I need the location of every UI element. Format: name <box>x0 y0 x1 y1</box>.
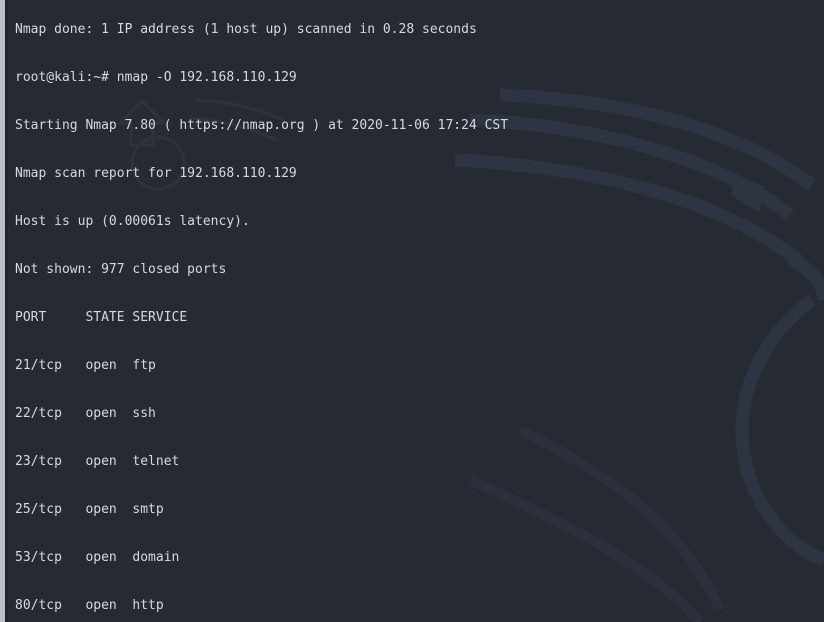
terminal-line-port: 23/tcp open telnet <box>15 454 180 469</box>
terminal-line-port: 53/tcp open domain <box>15 550 180 565</box>
terminal-line: Not shown: 977 closed ports <box>15 262 227 277</box>
terminal-line: Starting Nmap 7.80 ( https://nmap.org ) … <box>15 118 509 133</box>
terminal-line-port: 25/tcp open smtp <box>15 502 164 517</box>
terminal-window[interactable]: Nmap done: 1 IP address (1 host up) scan… <box>0 0 824 622</box>
terminal-output[interactable]: Nmap done: 1 IP address (1 host up) scan… <box>15 0 824 622</box>
terminal-line-port: 80/tcp open http <box>15 598 164 613</box>
terminal-line-port: 22/tcp open ssh <box>15 406 156 421</box>
terminal-line-command: root@kali:~# nmap -O 192.168.110.129 <box>15 70 297 85</box>
terminal-line: Nmap scan report for 192.168.110.129 <box>15 166 297 181</box>
terminal-line-table-header: PORT STATE SERVICE <box>15 310 188 325</box>
terminal-line: Nmap done: 1 IP address (1 host up) scan… <box>15 22 477 37</box>
terminal-line: Host is up (0.00061s latency). <box>15 214 250 229</box>
terminal-line-port: 21/tcp open ftp <box>15 358 156 373</box>
window-left-divider <box>5 0 8 622</box>
